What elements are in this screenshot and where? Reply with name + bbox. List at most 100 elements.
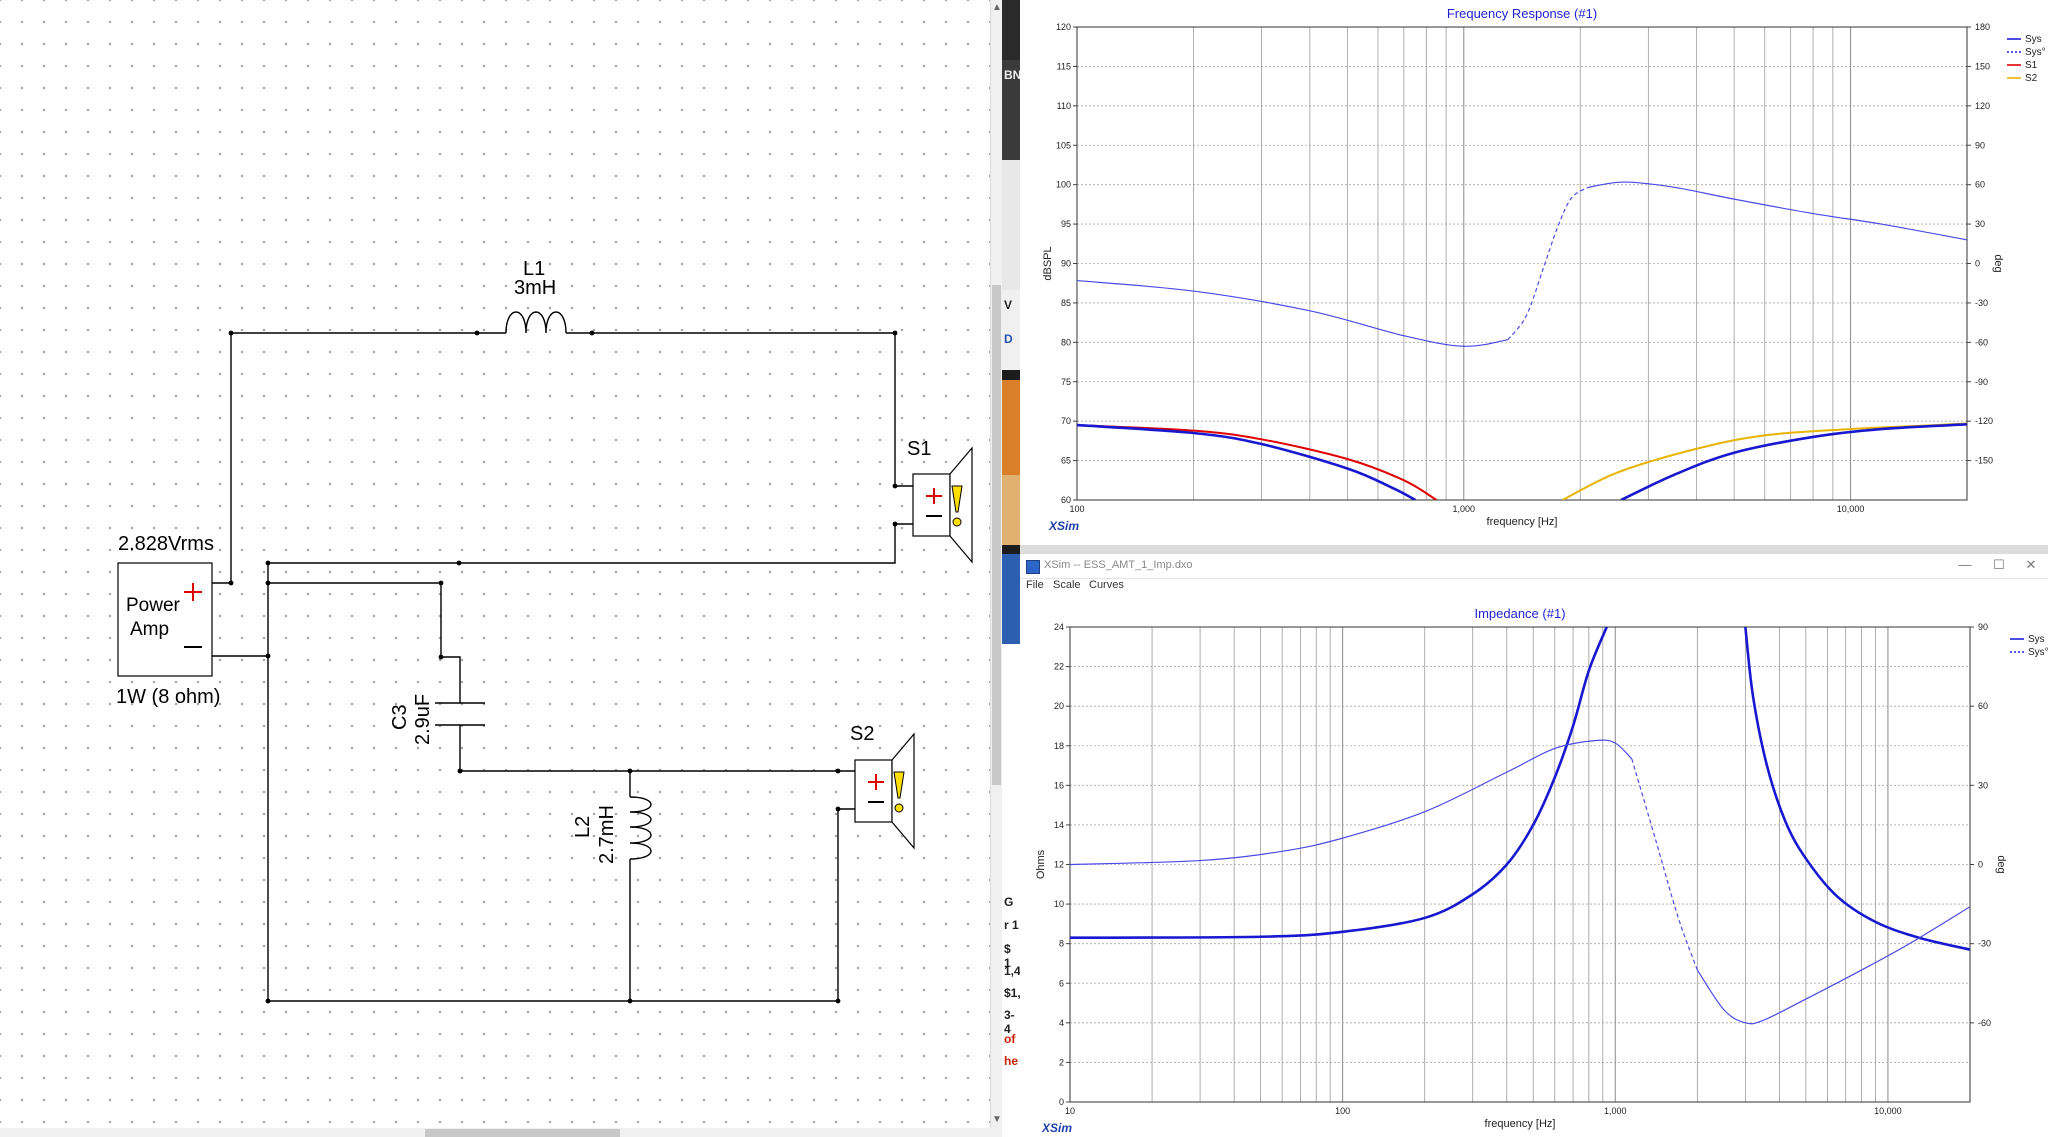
s1-name-label: S1 [907,438,932,460]
freq-chart-ytick-label: 70 [1061,416,1071,426]
freq-chart-ytick-label: 105 [1056,140,1071,150]
freq-chart-series-s1 [1077,424,1438,500]
background-window-strip: BN V D G r 1 $ 1 1,4 $1, 3-4 of he [1002,0,1020,1137]
freq-chart-y2tick-label: 30 [1975,219,1985,229]
freq-chart-y2tick-label: -120 [1975,416,1993,426]
freq-chart-legend-label: S2 [2025,73,2038,84]
imp-chart-ytick-label: 14 [1054,820,1064,830]
freq-chart-xtick-label: 10,000 [1837,504,1865,514]
imp-chart-ytick-label: 16 [1054,780,1064,790]
imp-chart-y2tick-label: 60 [1978,701,1988,711]
inductor-l1[interactable] [477,311,592,334]
xsim-app-icon [1026,560,1040,574]
imp-chart-y2tick-label: -60 [1978,1018,1991,1028]
maximize-icon[interactable]: ☐ [1984,557,2014,575]
imp-chart-series-sys [1070,739,1633,866]
freq-chart-ytick-label: 100 [1056,180,1071,190]
c3-value-label: 2.9uF [412,693,434,745]
freq-chart-xtick-label: 100 [1069,504,1084,514]
imp-chart-ytick-label: 0 [1059,1097,1064,1107]
minimize-icon[interactable]: — [1950,557,1980,575]
freq-chart-xlabel: frequency [Hz] [1487,516,1558,528]
freq-chart-series-sys [1588,181,1967,241]
imp-chart-xsim-logo: XSim [1041,1121,1072,1135]
strip-text-2: V [1004,298,1013,312]
imp-chart-xtick-label: 100 [1335,1106,1350,1116]
freq-chart-legend-label: S1 [2025,60,2038,71]
imp-chart-ytick-label: 22 [1054,662,1064,672]
freq-chart-y2tick-label: 120 [1975,101,1990,111]
freq-chart-ytick-label: 120 [1056,22,1071,32]
schematic-canvas[interactable]: L1 3mH S1 S2 2.828Vrms Power Amp 1W (8 o… [0,0,1000,1130]
l2-value-label: 2.7mH [596,805,618,864]
freq-chart-legend-label: Sys [2025,34,2042,45]
imp-chart-xlabel: frequency [Hz] [1485,1118,1556,1130]
imp-chart-y2tick-label: 0 [1978,860,1983,870]
impedance-chart[interactable]: Impedance (#1)024681012141618202224-60-3… [1020,597,2048,1137]
freq-chart-ytick-label: 85 [1061,298,1071,308]
imp-chart-xtick-label: 10 [1065,1106,1075,1116]
menu-file[interactable]: File [1026,579,1044,591]
imp-chart-ytick-label: 10 [1054,899,1064,909]
schematic-vertical-scroll-thumb[interactable] [992,285,1001,785]
scroll-down-arrow-icon[interactable]: ▼ [992,1114,1002,1125]
freq-chart-ytick-label: 110 [1057,101,1071,111]
freq-chart-y2label: deg [1992,254,2004,272]
imp-chart-ytick-label: 6 [1059,978,1064,988]
imp-chart-ytick-label: 18 [1054,741,1064,751]
imp-chart-ytick-label: 12 [1054,860,1064,870]
freq-chart-y2tick-label: -60 [1975,337,1988,347]
imp-chart-y2tick-label: 30 [1978,780,1988,790]
freq-chart-ytick-label: 115 [1057,61,1071,71]
frequency-response-window: Frequency Response (#1) 60 65 70 75 80 85 90 95 1… [1020,0,2048,545]
freq-chart-ytick-label: 80 [1061,337,1071,347]
s2-name-label: S2 [850,723,875,745]
freq-chart-y2tick-label: 0 [1975,259,1980,269]
imp-chart-ylabel: Ohms [1035,849,1047,879]
freq-chart-series-sys [1077,279,1508,347]
imp-chart-series-sys [1070,627,1608,940]
imp-chart-ytick-label: 20 [1054,701,1064,711]
amp-label-line1: Power [126,595,180,616]
freq-chart-xtick-label: 1,000 [1453,504,1476,514]
schematic-horizontal-scroll-thumb[interactable] [425,1129,620,1137]
imp-chart-ytick-label: 8 [1059,939,1064,949]
capacitor-c3[interactable] [435,702,485,726]
imp-chart-ytick-label: 24 [1054,622,1064,632]
imp-chart-title: Impedance (#1) [1474,606,1565,621]
imp-chart-series-group [1070,627,1970,1025]
window-separator [1020,545,2048,554]
window-title-bar[interactable]: XSim -- ESS_AMT_1_Imp.dxo — ☐ ✕ [1020,554,2048,579]
strip-text-8: $1, [1004,986,1020,1000]
freq-chart-series-group [1077,181,1967,500]
imp-chart-xtick-label: 10,000 [1874,1106,1902,1116]
schematic-wires [117,311,973,1004]
close-icon[interactable]: ✕ [2016,557,2046,575]
freq-chart-y2tick-label: -150 [1975,456,1993,466]
strip-text-1: BN [1004,68,1020,82]
freq-chart-title: Frequency Response (#1) [1447,6,1597,21]
inductor-l2[interactable] [629,796,652,860]
menu-curves[interactable]: Curves [1089,579,1124,591]
freq-chart-ytick-label: 65 [1061,456,1071,466]
amp-label-line2: Amp [130,619,170,640]
imp-chart-y2label: deg [1995,855,2007,873]
freq-chart-y2tick-label: -30 [1975,298,1988,308]
menu-scale[interactable]: Scale [1053,579,1081,591]
imp-chart-xtick-label: 1,000 [1604,1106,1627,1116]
freq-chart-series-sys [1620,423,1967,500]
source-voltage-label: 2.828Vrms [118,533,214,555]
imp-chart-ytick-label: 2 [1059,1057,1064,1067]
imp-chart-y2tick-label: -30 [1978,939,1991,949]
speaker-s1[interactable] [912,446,973,564]
frequency-response-chart[interactable]: Frequency Response (#1) 60 65 70 75 80 85 90 95 1… [1020,0,2048,545]
imp-chart-y2tick-label: 90 [1978,622,1988,632]
strip-text-3: D [1004,332,1013,346]
strip-text-5: r 1 [1004,918,1019,932]
speaker-s2[interactable] [854,732,915,850]
l2-name-label: L2 [572,815,594,838]
imp-chart-series-sys [1696,906,1970,1025]
freq-chart-ytick-label: 75 [1061,377,1071,387]
c3-name-label: C3 [389,704,411,730]
scroll-up-arrow-icon[interactable]: ▲ [992,2,1002,13]
